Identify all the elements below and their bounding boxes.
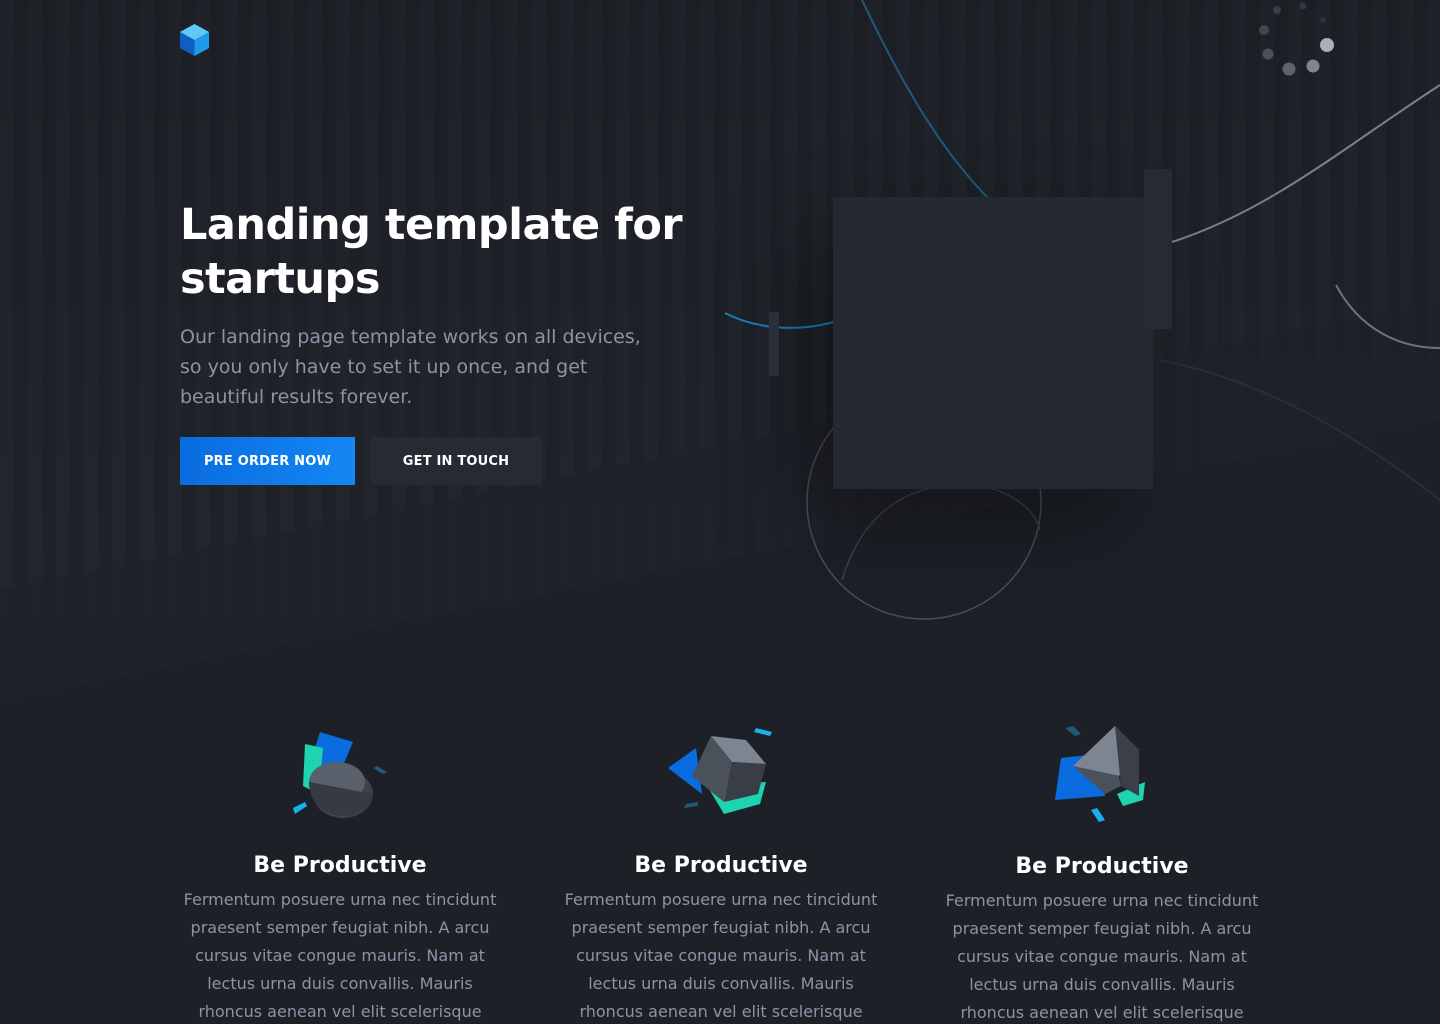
feature-text: Fermentum posuere urna nec tincidunt pra… (564, 890, 878, 1021)
feature-text: Fermentum posuere urna nec tincidunt pra… (945, 891, 1259, 1022)
feature-title: Be Productive (634, 853, 808, 878)
hero-paragraph: Our landing page template works on all d… (180, 326, 641, 408)
cube-shape-icon (668, 728, 772, 814)
pre-order-button[interactable]: PRE ORDER NOW (180, 437, 355, 485)
features-section: Be Productive Fermentum posuere urna nec… (0, 700, 1440, 1024)
hero-bar-left (769, 312, 779, 376)
feature-text: Fermentum posuere urna nec tincidunt pra… (183, 890, 497, 1021)
feature-title: Be Productive (253, 853, 427, 878)
hero-title: Landing template for startups (180, 200, 683, 304)
pyramid-shape-icon (1055, 726, 1145, 822)
get-in-touch-button[interactable]: GET IN TOUCH (371, 437, 541, 485)
hero-square (833, 197, 1153, 489)
landing-page: Landing template for startups Our landin… (0, 0, 1440, 1024)
feature-title: Be Productive (1015, 854, 1189, 879)
hero-bar-right (1144, 169, 1172, 329)
cylinder-shape-icon (293, 732, 387, 818)
